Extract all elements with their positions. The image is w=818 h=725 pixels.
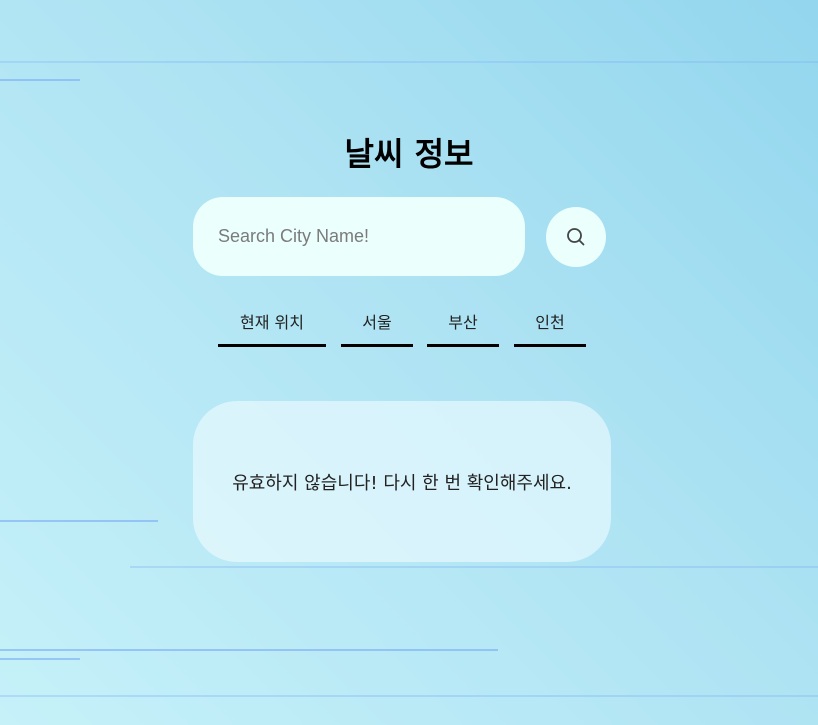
decorative-line	[0, 520, 158, 522]
city-tab-incheon[interactable]: 인천	[514, 310, 586, 347]
decorative-line	[0, 79, 80, 81]
decorative-line	[0, 695, 818, 697]
decorative-line	[0, 658, 80, 660]
search-input[interactable]	[218, 197, 508, 276]
decorative-line	[0, 61, 818, 63]
search-button[interactable]	[546, 207, 606, 267]
city-tab-busan[interactable]: 부산	[427, 310, 499, 347]
search-box	[193, 197, 525, 276]
city-tab-current-location[interactable]: 현재 위치	[218, 310, 326, 347]
decorative-line	[0, 649, 498, 651]
city-tab-seoul[interactable]: 서울	[341, 310, 413, 347]
page-title: 날씨 정보	[344, 135, 474, 173]
search-icon	[567, 228, 585, 246]
weather-result-card: 유효하지 않습니다! 다시 한 번 확인해주세요.	[193, 401, 611, 562]
decorative-line	[130, 566, 818, 568]
error-message: 유효하지 않습니다! 다시 한 번 확인해주세요.	[232, 472, 572, 494]
